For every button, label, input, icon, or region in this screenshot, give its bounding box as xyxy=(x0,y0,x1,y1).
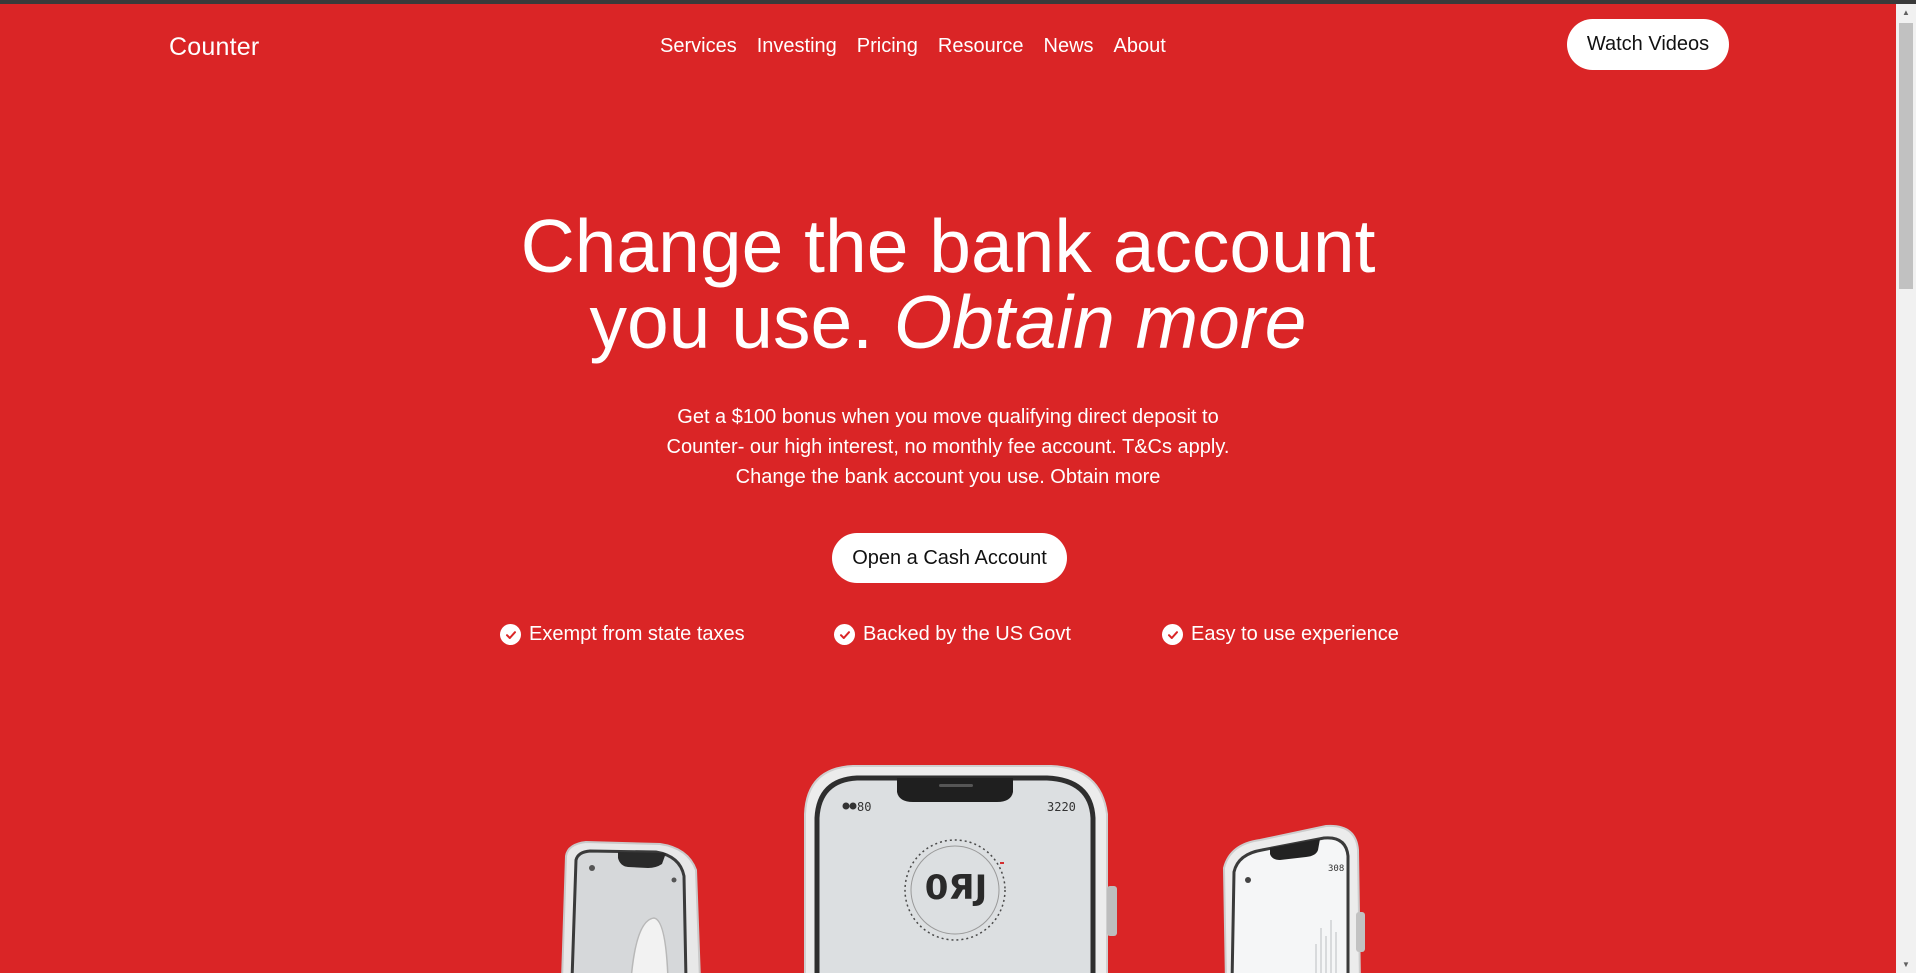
phone-image-center: 80 3220 0ЯJ xyxy=(801,762,1121,973)
center-phone-status-right: 3220 xyxy=(1047,800,1076,814)
nav-item-services[interactable]: Services xyxy=(660,35,737,58)
nav-item-investing[interactable]: Investing xyxy=(757,35,837,58)
feature-label: Easy to use experience xyxy=(1191,623,1399,645)
headline-line-2: you use. xyxy=(589,280,894,364)
hero-section: Counter Services Investing Pricing Resou… xyxy=(0,4,1896,973)
feature-item: Exempt from state taxes xyxy=(500,623,745,646)
phone-image-left xyxy=(556,840,706,973)
scroll-up-icon[interactable]: ▲ xyxy=(1896,4,1916,21)
headline-italic: Obtain more xyxy=(893,280,1307,364)
brand-logo[interactable]: Counter xyxy=(169,33,259,62)
nav-item-about[interactable]: About xyxy=(1114,35,1166,58)
right-phone-status: 308 xyxy=(1328,864,1345,874)
main-nav: Services Investing Pricing Resource News… xyxy=(660,35,1186,58)
feature-label: Backed by the US Govt xyxy=(863,623,1071,645)
check-circle-icon xyxy=(834,624,855,645)
scroll-down-icon[interactable]: ▼ xyxy=(1896,956,1916,973)
subtext-line-3: Change the bank account you use. Obtain … xyxy=(735,466,1161,488)
feature-label: Exempt from state taxes xyxy=(529,623,745,645)
vertical-scrollbar[interactable]: ▲ ▼ xyxy=(1896,4,1916,973)
hero-subtext: Get a $100 bonus when you move qualifyin… xyxy=(648,402,1248,492)
nav-item-pricing[interactable]: Pricing xyxy=(857,35,918,58)
headline-line-1: Change the bank account xyxy=(520,204,1376,288)
watch-videos-button[interactable]: Watch Videos xyxy=(1567,19,1729,70)
feature-item: Backed by the US Govt xyxy=(834,623,1071,646)
check-circle-icon xyxy=(1162,624,1183,645)
center-phone-status-left: 80 xyxy=(857,800,872,814)
open-cash-account-button[interactable]: Open a Cash Account xyxy=(832,533,1067,583)
nav-item-resource[interactable]: Resource xyxy=(938,35,1024,58)
scroll-thumb[interactable] xyxy=(1899,23,1913,289)
phone-image-right: 308 xyxy=(1220,824,1370,973)
check-circle-icon xyxy=(500,624,521,645)
subtext-line-2: Counter- our high interest, no monthly f… xyxy=(666,436,1230,458)
hero-headline: Change the bank account you use. Obtain … xyxy=(0,208,1896,360)
nav-item-news[interactable]: News xyxy=(1044,35,1094,58)
center-phone-display: 0ЯJ xyxy=(924,868,988,908)
subtext-line-1: Get a $100 bonus when you move qualifyin… xyxy=(677,406,1219,428)
feature-item: Easy to use experience xyxy=(1162,623,1399,646)
